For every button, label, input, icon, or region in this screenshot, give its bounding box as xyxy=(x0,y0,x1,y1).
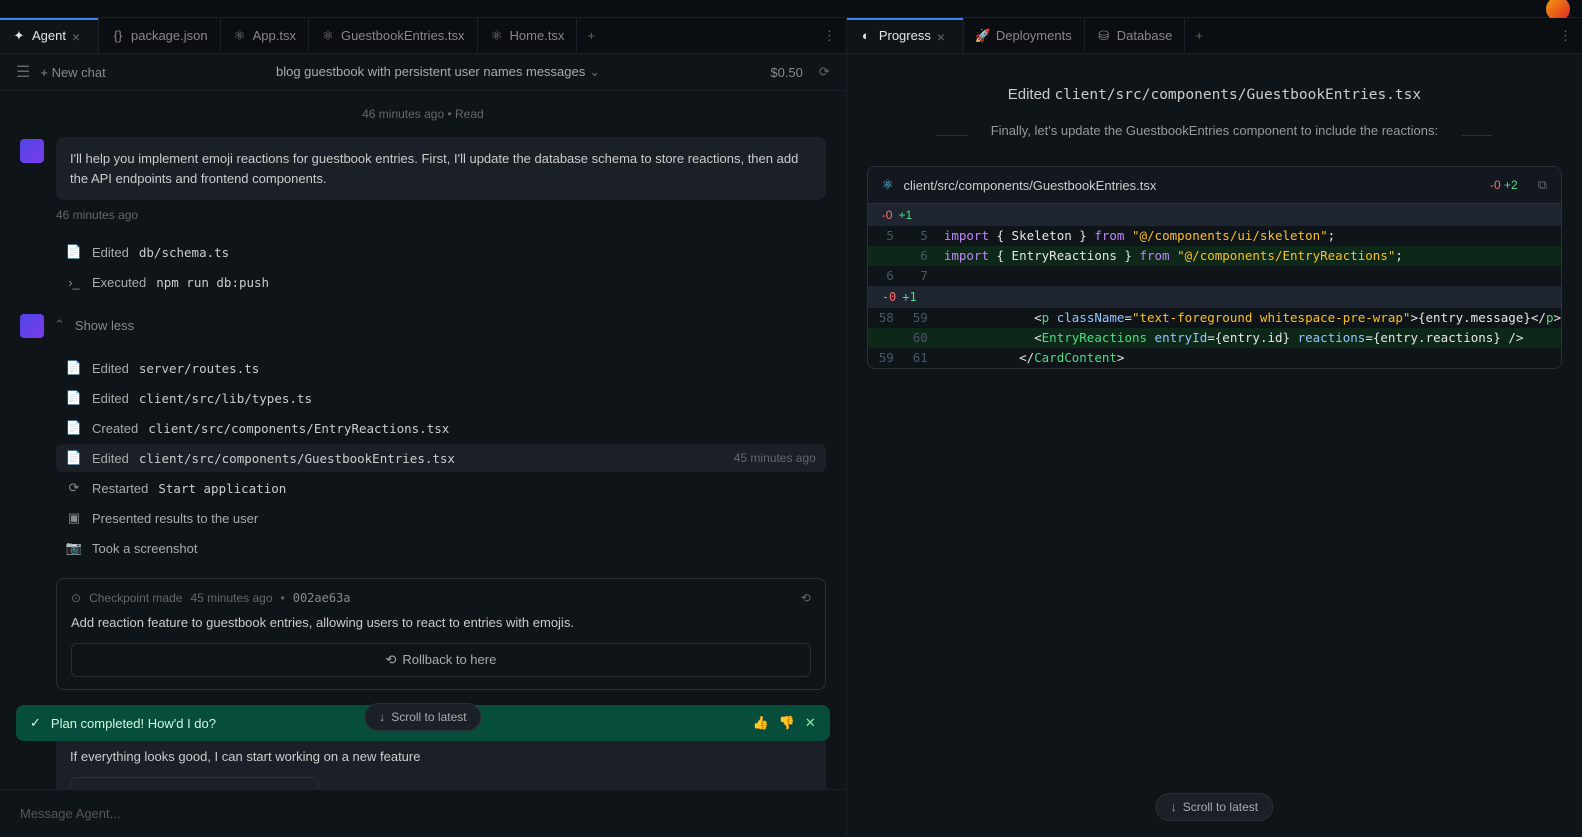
tab-guestbookentries-tsx[interactable]: ⚛GuestbookEntries.tsx xyxy=(309,18,478,53)
scroll-to-latest-button[interactable]: ↓ Scroll to latest xyxy=(364,703,481,731)
history-icon: ⟲ xyxy=(385,652,396,668)
file-icon: 📄 xyxy=(66,244,82,260)
refresh-icon[interactable]: ⟳ xyxy=(819,64,830,80)
diff-additions: +2 xyxy=(1504,178,1518,192)
diff-deletions: -0 xyxy=(1490,178,1501,192)
agent-message: I'll help you implement emoji reactions … xyxy=(56,137,826,200)
collapse-icon[interactable]: ⌃ xyxy=(54,317,65,333)
tab-app-tsx[interactable]: ⚛App.tsx xyxy=(221,18,309,53)
json-icon: {} xyxy=(111,29,125,43)
tab-database[interactable]: ⛁Database xyxy=(1085,18,1186,53)
action-row[interactable]: 📷Took a screenshot xyxy=(56,534,826,562)
tab-home-tsx[interactable]: ⚛Home.tsx xyxy=(478,18,578,53)
tab-deployments[interactable]: 🚀Deployments xyxy=(964,18,1085,53)
left-tabs: ✦Agent×{}package.json⚛App.tsx⚛GuestbookE… xyxy=(0,18,846,54)
add-tab-button[interactable]: + xyxy=(1185,18,1213,53)
diff-line: 6import { EntryReactions } from "@/compo… xyxy=(868,246,1561,266)
diff-line: 60 <EntryReactions entryId={entry.id} re… xyxy=(868,328,1561,348)
checkpoint-hash: 002ae63a xyxy=(293,591,351,605)
restore-icon[interactable]: ⟲ xyxy=(801,591,811,605)
chat-title: blog guestbook with persistent user name… xyxy=(116,64,761,80)
present-icon: ▣ xyxy=(66,510,82,526)
scroll-to-latest-button[interactable]: ↓ Scroll to latest xyxy=(1156,793,1273,821)
react-icon: ⚛ xyxy=(882,177,894,193)
hunk-header: -0+1 xyxy=(868,286,1561,308)
more-icon[interactable]: ⋮ xyxy=(813,18,846,53)
agent-avatar-icon xyxy=(20,139,44,163)
sparkle-icon: ✧ xyxy=(83,786,94,790)
action-row[interactable]: ›_Executed npm run db:push xyxy=(56,268,826,296)
diff-filename: client/src/components/GuestbookEntries.t… xyxy=(903,178,1156,193)
restart-icon: ⟳ xyxy=(66,480,82,496)
show-less-button[interactable]: Show less xyxy=(75,318,134,333)
cost-label: $0.50 xyxy=(770,65,803,80)
action-row[interactable]: ⟳Restarted Start application xyxy=(56,474,826,502)
edit-description: Finally, let's update the GuestbookEntri… xyxy=(847,115,1582,154)
rollback-button[interactable]: ⟲Rollback to here xyxy=(71,643,811,677)
file-icon: 📄 xyxy=(66,360,82,376)
new-chat-button[interactable]: + New chat xyxy=(40,65,105,80)
agent-avatar-icon xyxy=(20,314,44,338)
action-row[interactable]: 📄Created client/src/components/EntryReac… xyxy=(56,414,826,442)
close-icon[interactable]: ✕ xyxy=(805,715,816,731)
hunk-header: -0+1 xyxy=(868,204,1561,226)
action-row[interactable]: 📄Edited db/schema.ts xyxy=(56,238,826,266)
thumbs-down-icon[interactable]: 👎 xyxy=(779,715,795,731)
react-icon: ⚛ xyxy=(321,29,335,43)
edited-file-header: Edited client/src/components/GuestbookEn… xyxy=(847,54,1582,115)
thumbs-up-icon[interactable]: 👍 xyxy=(753,715,769,731)
react-icon: ⚛ xyxy=(233,29,247,43)
close-icon[interactable]: × xyxy=(72,29,86,43)
diff-view: ⚛ client/src/components/GuestbookEntries… xyxy=(867,166,1562,369)
diff-line: 55import { Skeleton } from "@/components… xyxy=(868,226,1561,246)
file-icon: 📄 xyxy=(66,450,82,466)
check-icon: ✓ xyxy=(30,715,41,731)
message-input[interactable] xyxy=(16,798,830,829)
right-tabs: ◐Progress×🚀Deployments⛁Database+ ⋮ xyxy=(847,18,1582,54)
terminal-icon: ›_ xyxy=(66,274,82,290)
action-row[interactable]: ▣Presented results to the user xyxy=(56,504,826,532)
react-icon: ⚛ xyxy=(490,29,504,43)
diff-line: 67 xyxy=(868,266,1561,286)
checkpoint-made-label: Checkpoint made xyxy=(89,591,182,605)
file-plus-icon: 📄 xyxy=(66,420,82,436)
action-row[interactable]: 📄Edited client/src/components/GuestbookE… xyxy=(56,444,826,472)
menu-icon[interactable]: ☰ xyxy=(16,62,30,82)
progress-icon: ◐ xyxy=(859,29,873,43)
action-row[interactable]: 📄Edited server/routes.ts xyxy=(56,354,826,382)
rocket-icon: 🚀 xyxy=(976,29,990,43)
diff-line: 5859 <p className="text-foreground white… xyxy=(868,308,1561,328)
add-tab-button[interactable]: + xyxy=(577,18,605,53)
more-icon[interactable]: ⋮ xyxy=(1549,18,1582,53)
copy-icon[interactable]: ⧉ xyxy=(1538,177,1547,193)
agent-icon: ✦ xyxy=(12,29,26,43)
chevron-down-icon[interactable]: ⌄ xyxy=(589,64,600,79)
diff-line: 5961 </CardContent> xyxy=(868,348,1561,368)
timestamp: 46 minutes ago • Read xyxy=(20,107,826,121)
close-icon[interactable]: × xyxy=(937,29,951,43)
camera-icon: 📷 xyxy=(66,540,82,556)
tab-progress[interactable]: ◐Progress× xyxy=(847,18,964,53)
action-row[interactable]: 📄Edited client/src/lib/types.ts xyxy=(56,384,826,412)
tab-agent[interactable]: ✦Agent× xyxy=(0,18,99,53)
message-timestamp: 46 minutes ago xyxy=(56,208,826,222)
file-icon: 📄 xyxy=(66,390,82,406)
tab-package-json[interactable]: {}package.json xyxy=(99,18,221,53)
checkpoint-description: Add reaction feature to guestbook entrie… xyxy=(71,613,811,633)
db-icon: ⛁ xyxy=(1097,29,1111,43)
commit-icon: ⊙ xyxy=(71,591,81,605)
checkpoint-card: ⊙ Checkpoint made 45 minutes ago • 002ae… xyxy=(56,578,826,690)
suggestion-chip[interactable]: ✧ Implement user comment threading xyxy=(70,777,319,790)
checkpoint-timestamp: 45 minutes ago xyxy=(190,591,272,605)
